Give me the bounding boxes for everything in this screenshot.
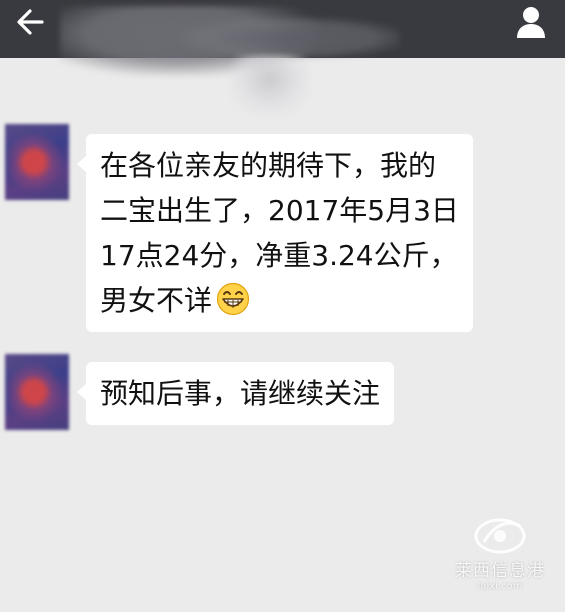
redacted-smudge <box>230 55 310 115</box>
message-bubble[interactable]: 预知后事，请继续关注 <box>76 362 395 425</box>
message-text-line: 预知后事，请继续关注 <box>100 377 381 410</box>
site-watermark: 莱西信息港 laixi.com <box>445 512 555 602</box>
watermark-text: 莱西信息港 <box>455 561 545 581</box>
watermark-logo-icon <box>474 518 526 554</box>
avatar[interactable] <box>5 124 69 200</box>
watermark-url: laixi.com <box>477 581 523 592</box>
back-button[interactable] <box>10 2 50 42</box>
message-text-fragment: 男女不详 <box>100 284 213 317</box>
message-text-line: 在各位亲友的期待下，我的 <box>100 149 437 182</box>
chat-screen: 在各位亲友的期待下，我的 二宝出生了，2017年5月3日 17点24分，净重3.… <box>0 0 565 612</box>
avatar[interactable] <box>5 354 69 430</box>
message-bubble[interactable]: 在各位亲友的期待下，我的 二宝出生了，2017年5月3日 17点24分，净重3.… <box>77 134 473 332</box>
grinning-face-icon <box>216 282 250 316</box>
person-icon <box>517 7 545 38</box>
contact-info-button[interactable] <box>511 2 551 42</box>
chat-header <box>0 0 565 76</box>
message-text-line: 17点24分，净重3.24公斤， <box>100 239 458 272</box>
message-text-line: 二宝出生了，2017年5月3日 <box>100 194 459 227</box>
redacted-title-blur <box>180 18 400 58</box>
message-text-line: 男女不详 <box>100 278 459 323</box>
arrow-left-icon <box>17 9 44 35</box>
